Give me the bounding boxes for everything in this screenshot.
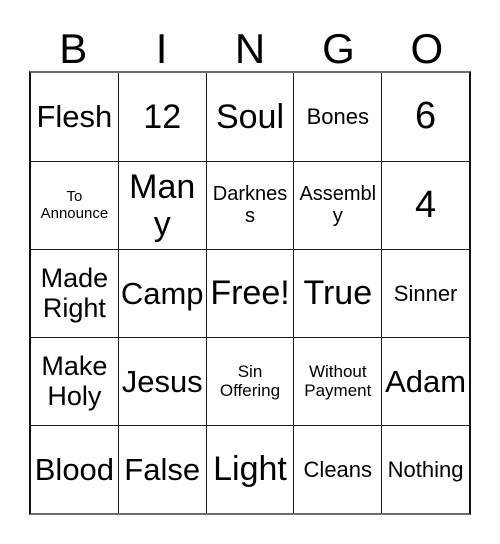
bingo-cell-label: Sinner xyxy=(393,280,458,306)
bingo-header-letter-b: B xyxy=(59,25,88,72)
bingo-row: Make Holy Jesus Sin Offering Without Pay… xyxy=(31,337,469,425)
bingo-cell-i3[interactable]: Camp xyxy=(117,249,206,337)
bingo-cell-label: Make Holy xyxy=(41,351,108,411)
bingo-header-letter-g: G xyxy=(322,25,355,72)
bingo-row: Made Right Camp Free! True Sinner xyxy=(31,249,469,337)
bingo-cell-o2[interactable]: 4 xyxy=(381,161,469,249)
bingo-header-letter-i: I xyxy=(155,25,168,72)
bingo-cell-g1[interactable]: Bones xyxy=(293,73,382,161)
bingo-cell-label: Nothing xyxy=(387,456,464,482)
bingo-cell-label: Cleans xyxy=(303,456,373,482)
bingo-cell-o4[interactable]: Adam xyxy=(381,337,469,425)
bingo-card: B I N G O Flesh 12 Soul Bones 6 To Annou… xyxy=(29,14,471,515)
bingo-header-row: B I N G O xyxy=(29,14,471,71)
bingo-row: Blood False Light Cleans Nothing xyxy=(31,425,469,513)
bingo-cell-n1[interactable]: Soul xyxy=(205,73,294,161)
bingo-cell-label: False xyxy=(124,451,201,487)
bingo-cell-label: Made Right xyxy=(40,263,109,323)
bingo-cell-label: Sin Offering xyxy=(219,362,281,400)
bingo-grid: Flesh 12 Soul Bones 6 To Announce Many D… xyxy=(29,71,471,515)
bingo-cell-b3[interactable]: Made Right xyxy=(31,249,118,337)
bingo-cell-b4[interactable]: Make Holy xyxy=(31,337,118,425)
bingo-cell-label: Light xyxy=(213,450,287,489)
bingo-cell-label: To Announce xyxy=(40,188,109,222)
bingo-cell-n5[interactable]: Light xyxy=(205,425,294,513)
bingo-header-letter-n: N xyxy=(234,25,266,72)
bingo-cell-label: Without Payment xyxy=(304,362,372,400)
bingo-cell-g2[interactable]: Assembly xyxy=(293,161,382,249)
bingo-cell-label: 4 xyxy=(415,183,437,226)
bingo-cell-i5[interactable]: False xyxy=(117,425,206,513)
bingo-cell-label: True xyxy=(303,274,373,313)
bingo-cell-label: Assembly xyxy=(299,182,377,227)
bingo-cell-label: Jesus xyxy=(121,363,203,399)
bingo-cell-label: 12 xyxy=(143,97,182,136)
bingo-cell-o1[interactable]: 6 xyxy=(381,73,469,161)
bingo-cell-label: Soul xyxy=(215,97,285,136)
bingo-cell-label: Blood xyxy=(34,451,115,487)
bingo-cell-label: 6 xyxy=(415,95,437,138)
bingo-cell-label: Adam xyxy=(385,363,467,399)
bingo-cell-free-space[interactable]: Free! xyxy=(205,249,294,337)
bingo-row: Flesh 12 Soul Bones 6 xyxy=(31,73,469,161)
bingo-row: To Announce Many Darkness Assembly 4 xyxy=(31,161,469,249)
bingo-cell-i4[interactable]: Jesus xyxy=(117,337,206,425)
bingo-cell-b2[interactable]: To Announce xyxy=(31,161,118,249)
bingo-cell-label: Darkness xyxy=(212,182,288,227)
bingo-cell-i1[interactable]: 12 xyxy=(117,73,206,161)
bingo-cell-o3[interactable]: Sinner xyxy=(381,249,469,337)
bingo-cell-label: Camp xyxy=(120,275,204,311)
bingo-cell-g4[interactable]: Without Payment xyxy=(293,337,382,425)
bingo-cell-g3[interactable]: True xyxy=(293,249,382,337)
bingo-cell-g5[interactable]: Cleans xyxy=(293,425,382,513)
bingo-cell-label: Bones xyxy=(306,104,369,130)
bingo-cell-n4[interactable]: Sin Offering xyxy=(205,337,294,425)
bingo-cell-label: Many xyxy=(129,167,196,243)
bingo-cell-b5[interactable]: Blood xyxy=(31,425,118,513)
bingo-cell-n2[interactable]: Darkness xyxy=(205,161,294,249)
bingo-header-letter-o: O xyxy=(410,25,444,72)
bingo-cell-b1[interactable]: Flesh xyxy=(31,73,118,161)
bingo-cell-o5[interactable]: Nothing xyxy=(381,425,469,513)
bingo-cell-i2[interactable]: Many xyxy=(117,161,206,249)
bingo-cell-label: Flesh xyxy=(36,99,113,135)
bingo-cell-label: Free! xyxy=(210,274,290,313)
